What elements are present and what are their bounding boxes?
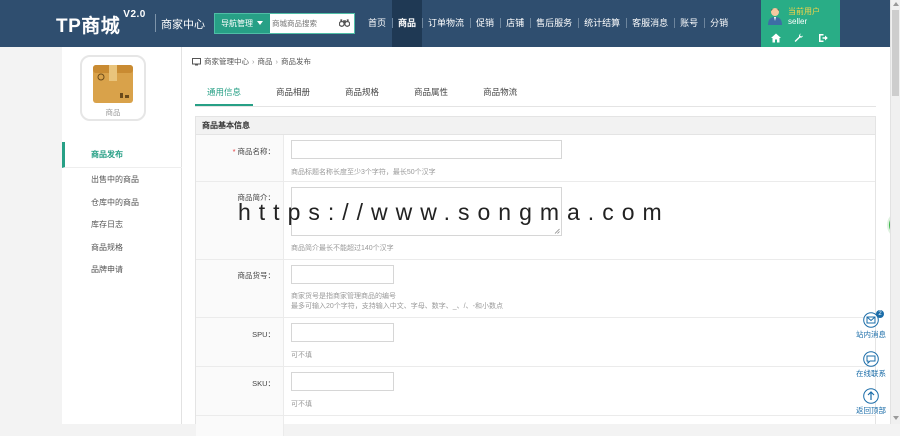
- tab-general-info[interactable]: 通用信息: [195, 78, 254, 106]
- goods-code-input[interactable]: [291, 265, 394, 284]
- chevron-down-icon: [257, 21, 264, 25]
- site-messages-tool[interactable]: 2 站内消息: [854, 310, 888, 340]
- goods-name-label: * 商品名称：: [232, 147, 275, 156]
- logo-divider: [155, 14, 156, 32]
- breadcrumb-item-current: 商品发布: [281, 57, 311, 66]
- nav-store[interactable]: 店铺: [500, 0, 530, 47]
- package-box-icon: [93, 65, 133, 103]
- row-next: [196, 416, 875, 436]
- search-input[interactable]: [272, 16, 342, 31]
- nav-service-messages[interactable]: 客服消息: [626, 0, 674, 47]
- nav-goods[interactable]: 商品: [392, 0, 423, 47]
- nav-home[interactable]: 首页: [362, 0, 392, 47]
- required-mark: *: [232, 147, 236, 156]
- row-goods-code: 商品货号： 商家货号是指商家管理商品的编号 最多可输入20个字符，支持输入中文、…: [196, 260, 875, 318]
- monitor-icon: [192, 57, 201, 65]
- category-icon-card: 商品: [80, 55, 146, 121]
- sidebar-item-goods-in-warehouse[interactable]: 仓库中的商品: [62, 192, 182, 215]
- back-to-top-label: 返回顶部: [856, 406, 886, 415]
- arrow-up-icon: [863, 388, 879, 404]
- goods-name-input[interactable]: [291, 140, 562, 159]
- main-nav: 首页 商品 订单物流 促销 店铺 售后服务 统计结算 客服消息 账号 分销: [362, 0, 734, 47]
- goods-code-label: 商品货号：: [237, 271, 276, 280]
- back-to-top-tool[interactable]: 返回顶部: [854, 388, 888, 416]
- logout-icon[interactable]: [818, 33, 828, 43]
- goods-name-tip: 商品标题名称长度至少3个字符，最长50个汉字: [291, 169, 436, 176]
- tab-goods-album[interactable]: 商品相册: [264, 78, 322, 106]
- nav-account[interactable]: 账号: [674, 0, 704, 47]
- sku-label: SKU：: [252, 379, 275, 388]
- nav-promotion[interactable]: 促销: [470, 0, 500, 47]
- sidebar: 商品 商品发布 出售中的商品 仓库中的商品 库存日志 商品规格 品牌申请: [62, 47, 182, 424]
- search-bar: 导航管理: [214, 13, 355, 34]
- nav-statistics[interactable]: 统计结算: [578, 0, 626, 47]
- online-contact-label: 在线联系: [856, 369, 886, 378]
- row-spu: SPU： 可不填: [196, 318, 875, 367]
- breadcrumb-item-seller-center[interactable]: 商家管理中心: [204, 56, 249, 67]
- tab-goods-attributes[interactable]: 商品属性: [402, 78, 460, 106]
- goods-basic-info-form: 商品基本信息 * 商品名称： 商品标题名称长度至少3个字符，最长50个汉字 商品简…: [195, 116, 876, 436]
- nav-distribution[interactable]: 分销: [704, 0, 734, 47]
- scroll-up-arrow-icon[interactable]: [893, 2, 899, 6]
- main-content: 商家管理中心 › 商品 › 商品发布 通用信息 商品相册 商品规格 商品属性 商…: [182, 47, 890, 436]
- sidebar-menu: 商品发布 出售中的商品 仓库中的商品 库存日志 商品规格 品牌申请: [62, 142, 182, 282]
- nav-after-sales[interactable]: 售后服务: [530, 0, 578, 47]
- spu-input[interactable]: [291, 323, 394, 342]
- sku-tip: 可不填: [291, 401, 312, 408]
- goods-code-tip-1: 商家货号是指商家管理商品的编号: [291, 293, 396, 300]
- goods-code-tip-2: 最多可输入20个字符，支持输入中文、字母、数字、_、/、-和小数点: [291, 303, 503, 310]
- row-goods-name: * 商品名称： 商品标题名称长度至少3个字符，最长50个汉字: [196, 135, 875, 182]
- scroll-down-arrow-icon[interactable]: [893, 416, 899, 420]
- spu-tip: 可不填: [291, 352, 312, 359]
- breadcrumb-separator: ›: [252, 57, 255, 66]
- home-icon[interactable]: [771, 33, 781, 43]
- user-avatar-icon: [768, 8, 782, 25]
- sidebar-item-goods-on-sale[interactable]: 出售中的商品: [62, 169, 182, 192]
- seller-center-title: 商家中心: [161, 19, 205, 31]
- binoculars-icon[interactable]: [339, 18, 350, 28]
- spu-label: SPU：: [252, 330, 275, 339]
- user-name: seller: [788, 17, 808, 26]
- category-label: 商品: [105, 108, 121, 117]
- watermark-text: https://www.songma.com: [238, 199, 670, 225]
- breadcrumb-separator: ›: [275, 57, 279, 66]
- form-tabs: 通用信息 商品相册 商品规格 商品属性 商品物流: [195, 78, 876, 107]
- vertical-scrollbar[interactable]: [890, 0, 900, 424]
- wrench-icon[interactable]: [794, 33, 804, 43]
- sidebar-item-brand-apply[interactable]: 品牌申请: [62, 259, 182, 282]
- tab-goods-spec[interactable]: 商品规格: [333, 78, 391, 106]
- breadcrumb-item-goods[interactable]: 商品: [258, 56, 273, 67]
- scrollbar-thumb[interactable]: [892, 10, 899, 96]
- nav-manage-dropdown[interactable]: 导航管理: [215, 14, 270, 33]
- user-panel: 当前用户 seller: [761, 0, 840, 47]
- message-count-badge: 2: [876, 310, 884, 318]
- site-logo[interactable]: TP商城V2.0: [56, 9, 146, 38]
- tab-goods-logistics[interactable]: 商品物流: [471, 78, 529, 106]
- top-header: TP商城V2.0 商家中心 导航管理 首页 商品 订单物流 促销 店铺 售后服务…: [0, 0, 890, 47]
- sidebar-item-stock-log[interactable]: 库存日志: [62, 214, 182, 237]
- nav-orders[interactable]: 订单物流: [422, 0, 470, 47]
- version-label: V2.0: [123, 9, 146, 20]
- row-sku: SKU： 可不填: [196, 367, 875, 416]
- sku-input[interactable]: [291, 372, 394, 391]
- section-title: 商品基本信息: [196, 117, 875, 135]
- resize-handle-icon[interactable]: [554, 228, 560, 234]
- user-role-label: 当前用户: [788, 7, 820, 16]
- sidebar-item-publish-goods[interactable]: 商品发布: [62, 142, 182, 168]
- chat-icon: [863, 351, 879, 367]
- site-messages-label: 站内消息: [856, 330, 886, 339]
- breadcrumb: 商家管理中心 › 商品 › 商品发布: [192, 56, 311, 67]
- goods-intro-tip: 商品简介最长不能超过140个汉字: [291, 245, 394, 252]
- sidebar-item-goods-spec[interactable]: 商品规格: [62, 237, 182, 260]
- online-contact-tool[interactable]: 在线联系: [854, 351, 888, 379]
